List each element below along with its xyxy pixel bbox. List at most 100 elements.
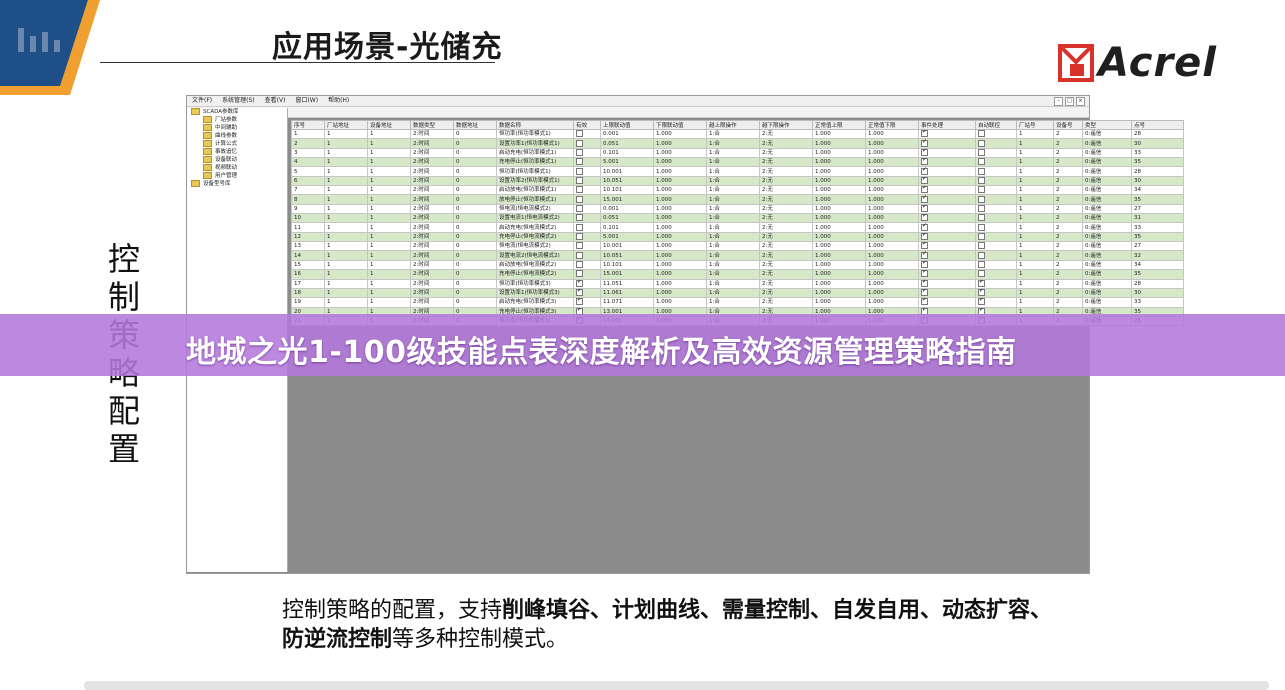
table-cell[interactable]: 启动充电(恒功率模式3) [496,297,574,308]
checkbox[interactable] [921,205,928,212]
table-cell[interactable]: 0:遥信 [1082,269,1132,280]
table-row[interactable]: 13 1 1 2:时间 0 恒电流(恒电流模式2) 10.001 1.000 1:合 2:无 1.0… [291,241,1184,252]
table-cell[interactable]: 1 [1016,157,1054,168]
checkbox[interactable] [978,158,985,166]
checkbox[interactable] [576,223,583,231]
checkbox[interactable] [978,167,985,175]
table-cell[interactable]: 9 [291,203,325,215]
table-cell[interactable]: 1:合 [706,138,760,149]
table-cell[interactable]: 恒功率(恒功率模式1) [496,128,574,140]
table-cell[interactable]: 1 [324,259,368,271]
checkbox[interactable] [576,139,583,147]
table-cell[interactable]: 32 [1131,250,1184,261]
table-cell[interactable]: 0:遥信 [1082,259,1132,271]
column-header[interactable]: 厂站地址 [324,120,368,130]
table-cell[interactable]: 19 [291,297,325,308]
table-cell[interactable]: 1.000 [865,138,919,149]
table-cell[interactable]: 2 [1053,269,1083,280]
table-cell[interactable]: 35 [1131,231,1184,243]
checkbox[interactable] [978,195,985,203]
table-cell[interactable]: 1:合 [706,222,760,233]
table-cell[interactable]: 11 [291,222,325,233]
table-cell[interactable]: 1.000 [812,241,866,252]
table-cell[interactable]: 2:无 [759,138,813,149]
table-cell[interactable]: 2:无 [759,222,813,233]
table-cell[interactable]: 28 [1131,166,1184,177]
table-cell[interactable]: 1 [324,287,368,299]
checkbox[interactable] [978,280,985,287]
table-cell[interactable]: 1 [367,231,411,243]
tree-item[interactable]: 设备型号库 [187,180,287,188]
table-cell[interactable]: 1 [324,185,368,196]
table-cell[interactable]: 0:遥信 [1082,157,1132,168]
table-cell[interactable]: 16 [291,269,325,280]
table-cell[interactable]: 1.000 [865,231,919,243]
table-cell[interactable]: 15 [291,259,325,271]
table-cell[interactable]: 1.000 [865,241,919,252]
table-row[interactable]: 11 1 1 2:时间 0 启动充电(恒电流模式2) 0.101 1.000 1:合 2:无 1.0… [291,222,1184,233]
checkbox[interactable] [978,149,985,156]
table-cell[interactable]: 设置电流1(恒电流模式2) [496,213,574,224]
table-cell[interactable]: 0:遥信 [1082,241,1132,252]
table-cell[interactable]: 1.000 [865,297,919,308]
table-cell[interactable]: 11.061 [600,287,654,299]
table-row[interactable]: 1 1 1 2:时间 0 恒功率(恒功率模式1) 0.001 1.000 1:合 2:无 1.000… [291,128,1184,140]
table-cell[interactable]: 0 [453,185,497,196]
table-cell[interactable]: 1.000 [812,185,866,196]
table-cell[interactable]: 0:遥信 [1082,175,1132,187]
table-cell[interactable]: 充电停止(恒功率模式1) [496,157,574,168]
checkbox[interactable] [978,242,985,250]
table-row[interactable]: 18112:时间0设置功率1(恒功率模式3)11.0611.0001:合2:无1… [291,287,1184,299]
table-cell[interactable]: 1.000 [812,175,866,187]
table-row[interactable]: 16 1 1 2:时间 0 充电停止(恒电流模式2) 15.001 1.000 1:合 2:无 1.… [291,269,1184,280]
checkbox[interactable] [921,158,928,166]
checkbox[interactable] [921,139,928,147]
table-cell[interactable]: 0:遥信 [1082,128,1132,140]
table-row[interactable]: 19112:时间0启动充电(恒功率模式3)11.0711.0001:合2:无1.… [291,297,1184,308]
table-row[interactable]: 4 1 1 2:时间 0 充电停止(恒功率模式1) 5.001 1.000 1:合 2:无 1.00… [291,157,1184,168]
table-cell[interactable]: 2 [1053,231,1083,243]
tree-item[interactable]: 计算公式 [187,140,287,148]
table-cell[interactable]: 1.000 [812,203,866,215]
table-cell[interactable]: 1.000 [865,147,919,159]
table-cell[interactable]: 1 [324,213,368,224]
table-cell[interactable]: 31 [1131,213,1184,224]
table-cell[interactable]: 1 [324,278,368,289]
checkbox[interactable] [576,270,583,278]
table-cell[interactable]: 33 [1131,222,1184,233]
checkbox[interactable] [978,205,985,212]
table-cell[interactable]: 1.000 [653,128,707,140]
table-cell[interactable]: 2:时间 [410,297,454,308]
table-cell[interactable]: 1:合 [706,287,760,299]
table-cell[interactable]: 2:时间 [410,175,454,187]
table-cell[interactable]: 2:无 [759,157,813,168]
checkbox[interactable] [978,177,985,184]
table-cell[interactable]: 2:时间 [410,194,454,205]
table-cell[interactable]: 0 [453,166,497,177]
table-cell[interactable]: 1 [1016,138,1054,149]
table-cell[interactable]: 0:遥信 [1082,287,1132,299]
table-cell[interactable]: 2:时间 [410,278,454,289]
table-cell[interactable]: 2:时间 [410,185,454,196]
table-cell[interactable]: 1.000 [653,157,707,168]
table-cell[interactable]: 0:遥信 [1082,166,1132,177]
table-cell[interactable]: 17 [291,278,325,289]
table-cell[interactable]: 0.051 [600,213,654,224]
checkbox[interactable] [978,270,985,278]
table-cell[interactable]: 1.000 [653,259,707,271]
table-cell[interactable]: 1 [367,128,411,140]
table-cell[interactable]: 1 [1016,185,1054,196]
table-cell[interactable]: 1 [324,194,368,205]
table-cell[interactable]: 1 [367,241,411,252]
table-cell[interactable]: 2:时间 [410,269,454,280]
table-cell[interactable]: 2:时间 [410,259,454,271]
table-cell[interactable]: 0:遥信 [1082,185,1132,196]
checkbox[interactable] [978,139,985,147]
table-cell[interactable]: 0 [453,287,497,299]
table-cell[interactable]: 10.051 [600,250,654,261]
table-cell[interactable]: 1 [1016,175,1054,187]
table-cell[interactable]: 10.001 [600,166,654,177]
table-cell[interactable]: 1:合 [706,147,760,159]
table-cell[interactable]: 2:时间 [410,166,454,177]
table-cell[interactable]: 1.000 [812,297,866,308]
